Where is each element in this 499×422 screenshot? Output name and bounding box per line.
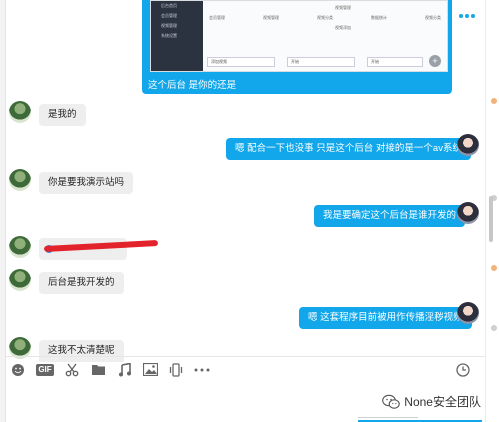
contact-avatar[interactable] [9,236,31,258]
screenshot-header-cell: 会员管理 [209,15,225,20]
screenshot-table-title: 视频管理 [209,5,441,11]
gif-icon[interactable]: GIF [36,363,54,376]
watermark: None安全团队 [382,393,481,410]
scrollbar-thumb[interactable] [489,196,493,242]
incoming-message-bubble[interactable]: 是我的 [39,104,86,126]
screenshot-table-header: 会员管理 视频管理 视频分类 数据统计 视频分类 [209,15,441,21]
side-dot-icon [491,265,497,271]
screenshot-sidebar: 后台首页 会员管理 视频管理 系统设置 [151,1,203,71]
music-icon[interactable] [116,362,132,378]
zoom-search-icon: + [429,55,441,67]
screenshot-header-cell: 视频添加 [335,25,351,30]
input-divider [358,417,418,418]
screenshot-input: 开始 [367,57,423,67]
contact-avatar[interactable] [9,101,31,123]
image-icon[interactable] [142,362,158,378]
side-dot-icon [491,98,497,104]
screenshot-header-cell: 数据统计 [371,15,387,20]
screenshot-sidebar-item: 视频管理 [161,23,177,28]
screenshot-sidebar-item: 后台首页 [161,3,177,8]
contact-avatar[interactable] [9,169,31,191]
outgoing-message-bubble[interactable]: 嗯 配合一下也没事 只是这个后台 对接的是一个av系统 [226,138,471,160]
user-avatar[interactable] [457,134,479,156]
image-message-caption: 这个后台 是你的还是 [148,80,237,91]
user-avatar[interactable] [457,202,479,224]
screenshot-table-sub: 视频添加 [209,25,441,31]
folder-icon[interactable] [90,362,106,378]
screenshot-sidebar-item: 会员管理 [161,13,177,18]
watermark-text: None安全团队 [404,395,481,409]
emoji-icon[interactable] [10,362,26,378]
more-icon[interactable] [194,362,210,378]
screenshot-header-cell: 视频管理 [263,15,279,20]
screenshot-sidebar-item: 系统设置 [161,33,177,38]
screenshot-input: 添加视频 [207,57,275,67]
admin-panel-screenshot[interactable]: 后台首页 会员管理 视频管理 系统设置 视频管理 会员管理 视频管理 视频分类 … [150,0,448,72]
phone-shake-icon[interactable] [168,362,184,378]
chat-message-list[interactable]: 后台首页 会员管理 视频管理 系统设置 视频管理 会员管理 视频管理 视频分类 … [6,0,485,362]
outgoing-message-bubble[interactable]: 我是要确定这个后台是谁开发的 [314,205,466,227]
image-message-bubble[interactable]: 后台首页 会员管理 视频管理 系统设置 视频管理 会员管理 视频管理 视频分类 … [142,0,452,94]
history-clock-icon[interactable] [455,362,471,378]
side-dot-icon [491,325,497,331]
user-avatar[interactable] [457,302,479,324]
screenshot-header-cell: 视频分类 [317,15,333,20]
outgoing-message-bubble[interactable]: 嗯 这套程序目前被用作传播淫秽视频 [299,307,472,329]
input-toolbar: GIF [6,356,485,382]
screenshot-input: 开始 [287,57,355,67]
right-scrollbar-strip[interactable] [485,0,499,422]
screenshot-header-cell: 视频分类 [425,15,441,20]
wechat-logo-icon [382,394,401,409]
incoming-message-bubble[interactable]: 你是要我演示站吗 [39,172,134,194]
incoming-message-bubble[interactable]: 后台是我开发的 [39,272,124,294]
screenshot-header-cell: 视频管理 [335,5,351,10]
contact-avatar[interactable] [9,269,31,291]
scissors-icon[interactable] [64,362,80,378]
